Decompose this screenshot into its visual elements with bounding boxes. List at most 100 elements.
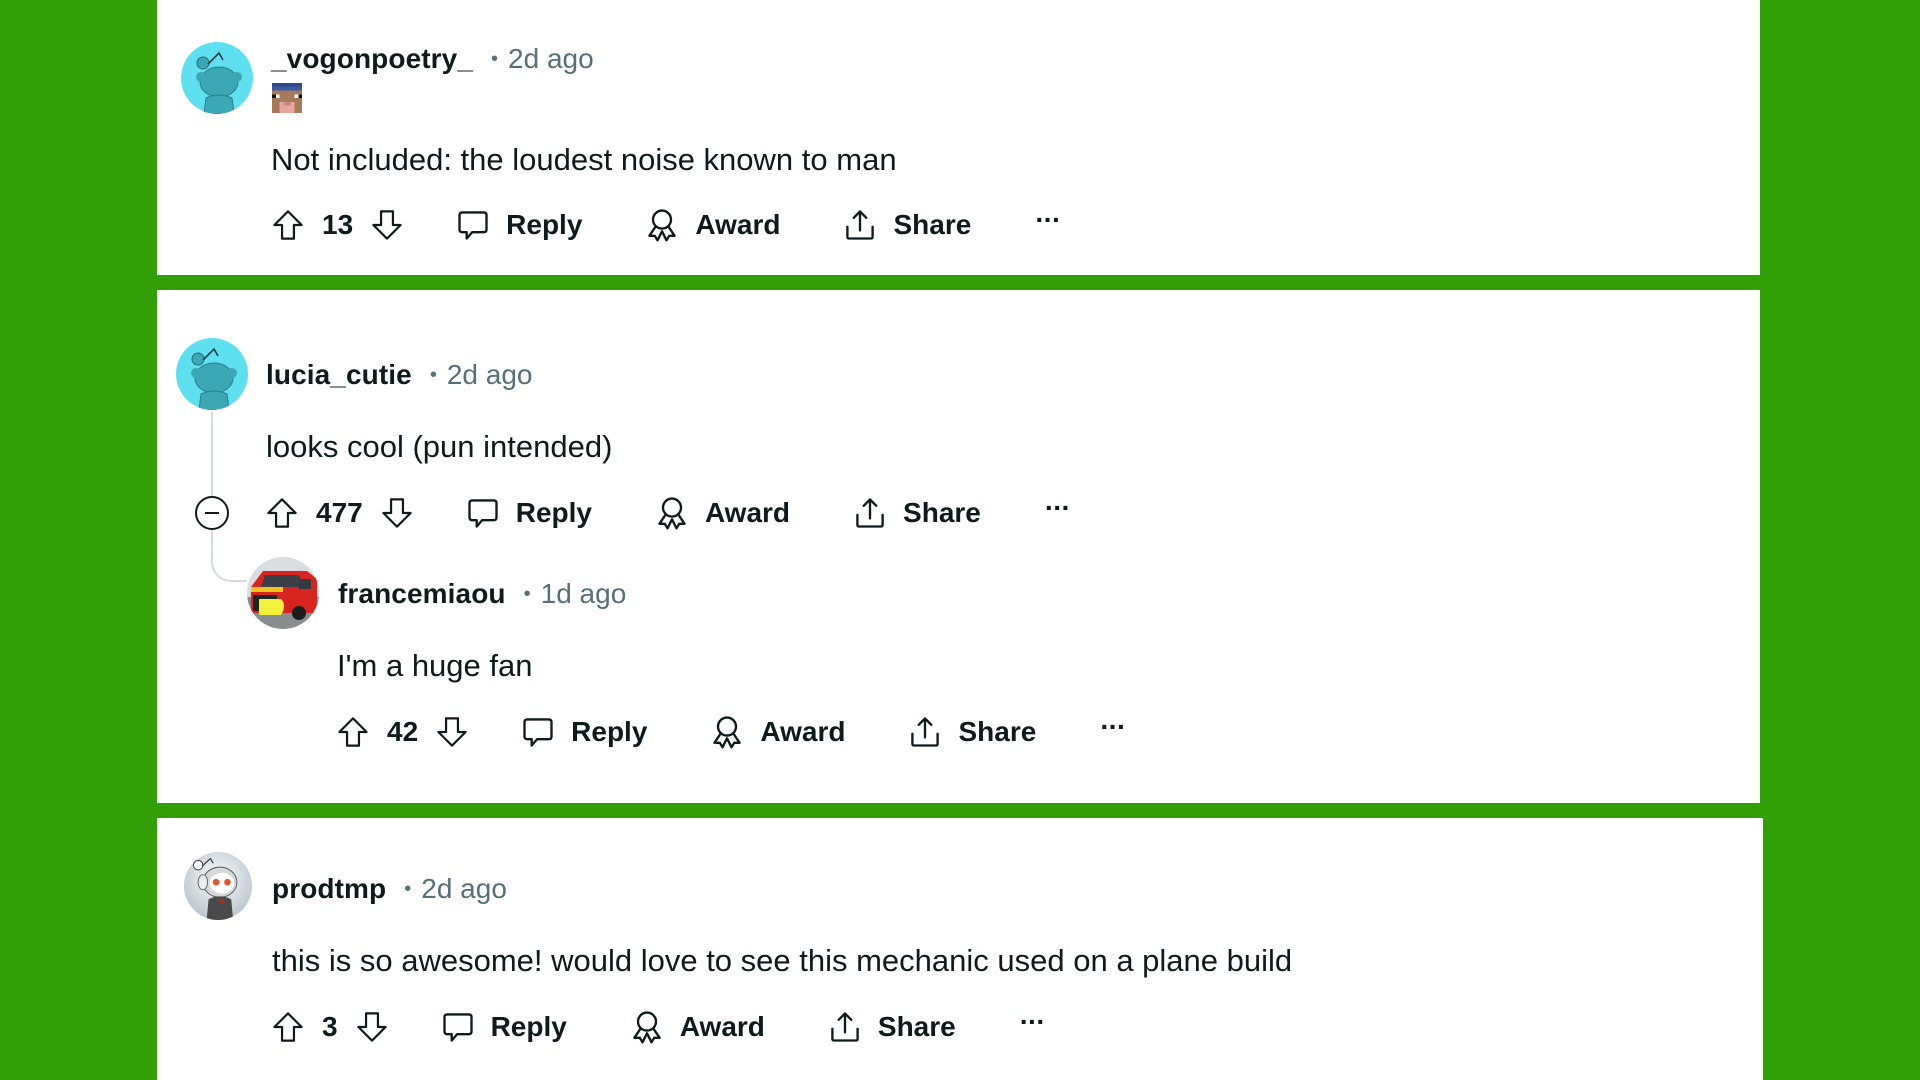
reply-button[interactable]: Reply bbox=[440, 1009, 567, 1045]
award-button[interactable]: Award bbox=[709, 714, 845, 750]
timestamp[interactable]: 1d ago bbox=[541, 578, 627, 610]
avatar[interactable] bbox=[184, 852, 252, 920]
comment-body: looks cool (pun intended) bbox=[266, 429, 613, 464]
upvote-button[interactable] bbox=[335, 712, 371, 752]
reply-header: francemiaou • 1d ago bbox=[338, 576, 626, 612]
downvote-icon bbox=[355, 1009, 389, 1045]
minus-icon bbox=[205, 512, 219, 514]
reply-icon bbox=[520, 714, 556, 750]
downvote-icon bbox=[370, 207, 404, 243]
thread-line[interactable] bbox=[211, 412, 213, 496]
vote-score: 3 bbox=[322, 1011, 338, 1042]
upvote-icon bbox=[265, 495, 299, 531]
username[interactable]: _vogonpoetry_ bbox=[271, 43, 473, 75]
vote-group: 477 bbox=[264, 493, 415, 533]
avatar[interactable] bbox=[176, 338, 248, 410]
comment-actions: 13 Reply Award Share ··· bbox=[270, 203, 1061, 247]
comment-header: lucia_cutie • 2d ago bbox=[266, 357, 533, 393]
vote-score: 42 bbox=[387, 716, 419, 747]
fire-truck-avatar-icon bbox=[247, 557, 319, 629]
award-label: Award bbox=[695, 209, 781, 240]
reply-icon bbox=[465, 495, 501, 531]
reply-body: I'm a huge fan bbox=[337, 648, 533, 683]
share-icon bbox=[852, 495, 888, 531]
downvote-button[interactable] bbox=[379, 493, 415, 533]
downvote-icon bbox=[380, 495, 414, 531]
comment-body: this is so awesome! would love to see th… bbox=[272, 943, 1293, 978]
share-icon bbox=[907, 714, 943, 750]
vote-score: 13 bbox=[322, 209, 354, 240]
more-options-button[interactable]: ··· bbox=[1100, 713, 1126, 747]
snoo-avatar-icon bbox=[176, 338, 248, 410]
award-icon bbox=[629, 1009, 665, 1045]
award-icon bbox=[654, 495, 690, 531]
separator-dot: • bbox=[491, 47, 499, 70]
vote-group: 42 bbox=[335, 712, 470, 752]
username[interactable]: francemiaou bbox=[338, 578, 506, 610]
award-button[interactable]: Award bbox=[629, 1009, 765, 1045]
award-button[interactable]: Award bbox=[644, 207, 780, 243]
reply-actions: 42 Reply Award Share ··· bbox=[335, 710, 1126, 754]
comment-header: prodtmp • 2d ago bbox=[272, 871, 507, 907]
downvote-icon bbox=[435, 714, 469, 750]
downvote-button[interactable] bbox=[369, 205, 405, 245]
username[interactable]: lucia_cutie bbox=[266, 359, 412, 391]
share-button[interactable]: Share bbox=[907, 714, 1036, 750]
avatar[interactable] bbox=[181, 42, 253, 114]
snoo-astronaut-avatar-icon bbox=[184, 852, 252, 920]
separator-dot: • bbox=[523, 582, 531, 605]
vote-group: 13 bbox=[270, 205, 405, 245]
snoo-avatar-icon bbox=[181, 42, 253, 114]
reply-icon bbox=[440, 1009, 476, 1045]
flair-sheep-icon bbox=[272, 83, 302, 113]
downvote-button[interactable] bbox=[434, 712, 470, 752]
award-label: Award bbox=[679, 1011, 765, 1042]
timestamp[interactable]: 2d ago bbox=[447, 359, 533, 391]
reply-button[interactable]: Reply bbox=[465, 495, 592, 531]
reply-label: Reply bbox=[515, 497, 592, 528]
comment-actions: 477 Reply Award Share ··· bbox=[264, 491, 1071, 535]
upvote-icon bbox=[336, 714, 370, 750]
share-label: Share bbox=[903, 497, 981, 528]
award-label: Award bbox=[760, 716, 846, 747]
comment-body: Not included: the loudest noise known to… bbox=[271, 142, 897, 177]
more-options-button[interactable]: ··· bbox=[1020, 1008, 1046, 1042]
reply-label: Reply bbox=[506, 209, 583, 240]
award-icon bbox=[709, 714, 745, 750]
reply-button[interactable]: Reply bbox=[520, 714, 647, 750]
reply-label: Reply bbox=[571, 716, 648, 747]
share-label: Share bbox=[958, 716, 1037, 747]
comment-header: _vogonpoetry_ • 2d ago bbox=[271, 41, 594, 77]
timestamp[interactable]: 2d ago bbox=[508, 43, 594, 75]
timestamp[interactable]: 2d ago bbox=[421, 873, 507, 905]
award-button[interactable]: Award bbox=[654, 495, 790, 531]
separator-dot: • bbox=[404, 877, 412, 900]
comment-actions: 3 Reply Award Share ··· bbox=[270, 1005, 1046, 1049]
username[interactable]: prodtmp bbox=[272, 873, 386, 905]
reply-connector-line bbox=[211, 530, 247, 582]
upvote-button[interactable] bbox=[270, 1007, 306, 1047]
share-button[interactable]: Share bbox=[842, 207, 971, 243]
avatar[interactable] bbox=[247, 557, 319, 629]
share-label: Share bbox=[877, 1011, 956, 1042]
award-icon bbox=[644, 207, 680, 243]
upvote-button[interactable] bbox=[270, 205, 306, 245]
vote-score: 477 bbox=[316, 497, 363, 528]
reply-label: Reply bbox=[490, 1011, 567, 1042]
upvote-icon bbox=[271, 207, 305, 243]
upvote-icon bbox=[271, 1009, 305, 1045]
share-button[interactable]: Share bbox=[852, 495, 981, 531]
more-options-button[interactable]: ··· bbox=[1035, 206, 1061, 240]
award-label: Award bbox=[704, 497, 791, 528]
share-label: Share bbox=[893, 209, 972, 240]
share-icon bbox=[842, 207, 878, 243]
collapse-thread-button[interactable] bbox=[195, 496, 229, 530]
more-options-button[interactable]: ··· bbox=[1045, 494, 1071, 528]
share-icon bbox=[827, 1009, 863, 1045]
vote-group: 3 bbox=[270, 1007, 390, 1047]
share-button[interactable]: Share bbox=[827, 1009, 956, 1045]
reply-icon bbox=[455, 207, 491, 243]
upvote-button[interactable] bbox=[264, 493, 300, 533]
reply-button[interactable]: Reply bbox=[455, 207, 582, 243]
downvote-button[interactable] bbox=[354, 1007, 390, 1047]
